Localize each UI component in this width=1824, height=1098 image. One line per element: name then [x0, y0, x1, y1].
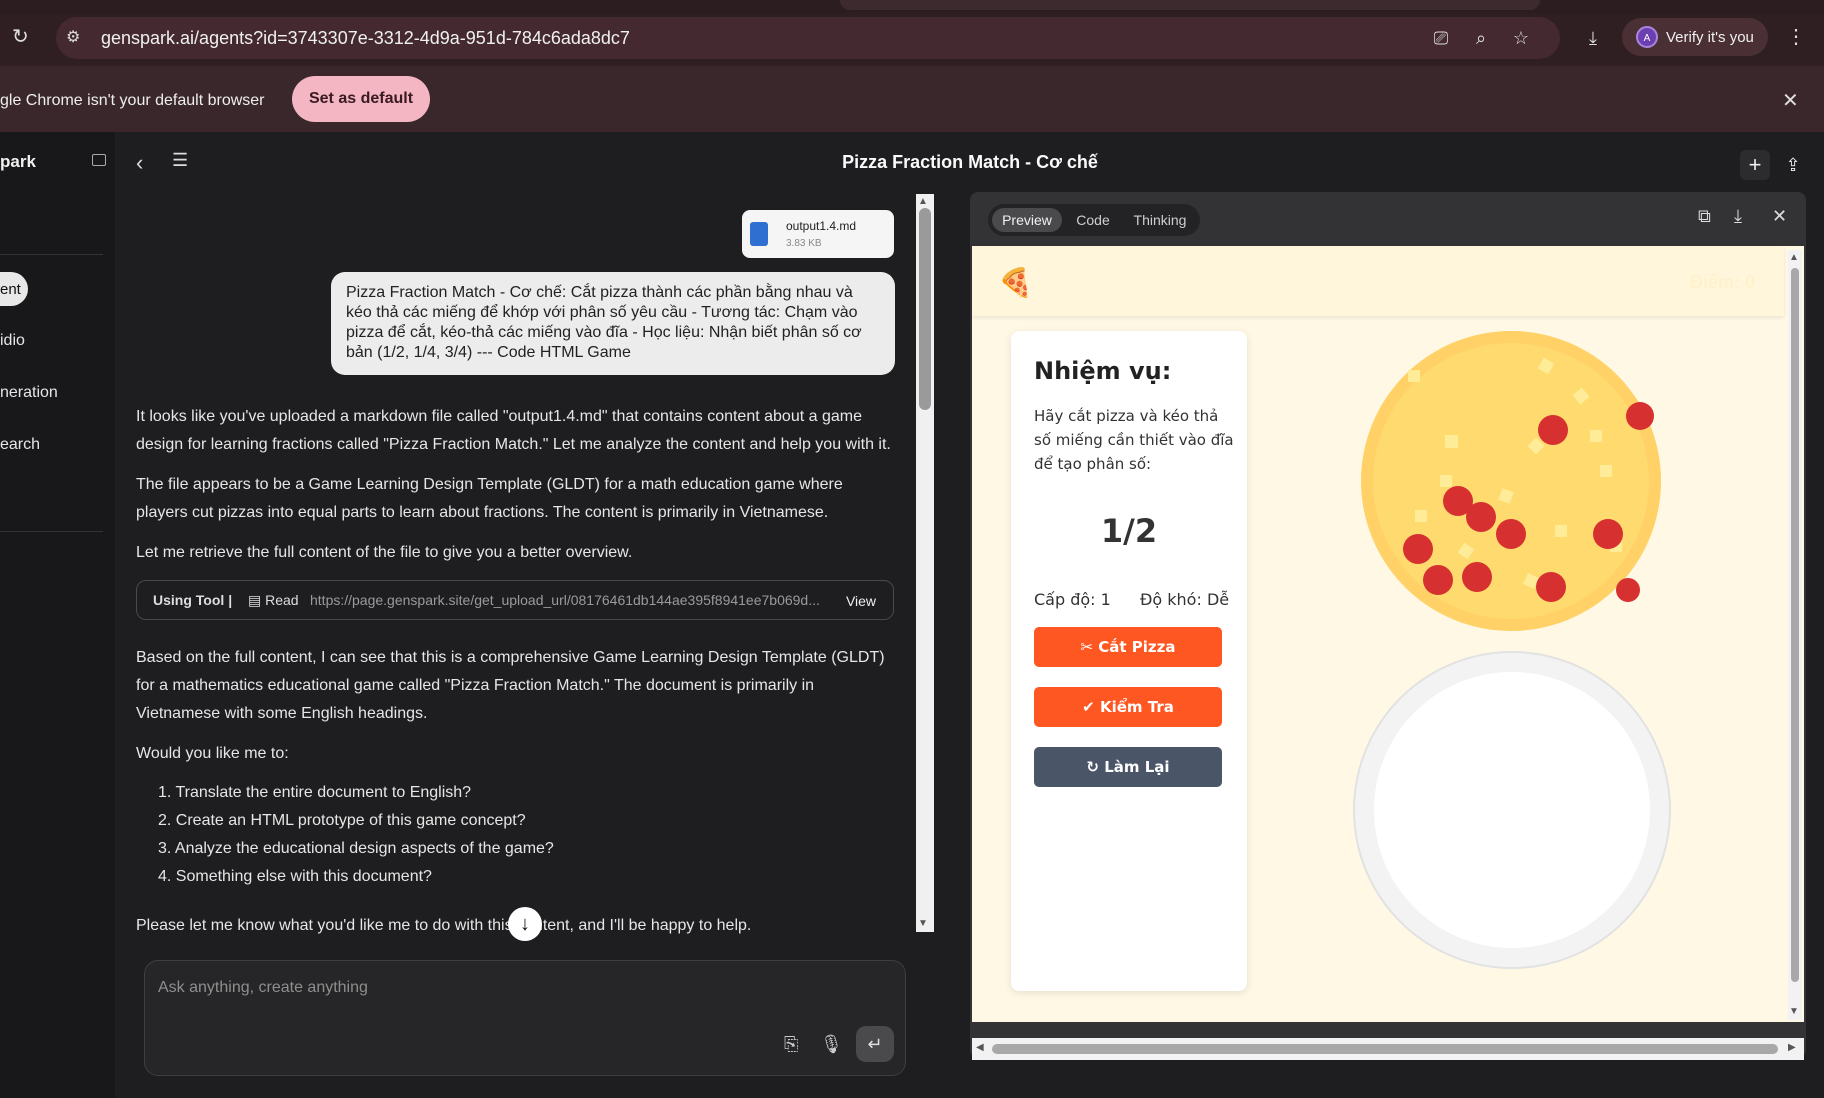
close-icon[interactable]: ✕ — [1782, 88, 1799, 113]
send-button[interactable]: ↵ — [856, 1026, 894, 1062]
brand-logo: park — [0, 152, 36, 171]
check-button[interactable]: ✔ Kiểm Tra — [1034, 687, 1222, 727]
assistant-paragraph: Based on the full content, I can see tha… — [136, 649, 885, 722]
plate-center — [1374, 672, 1650, 948]
assistant-paragraph: Let me retrieve the full content of the … — [136, 544, 633, 561]
game-title: Pizza Fraction Match — [1048, 264, 1398, 299]
scroll-down-arrow-icon[interactable]: ▼ — [918, 918, 928, 929]
task-title: Nhiệm vụ: — [1034, 357, 1172, 385]
attach-icon[interactable]: ⎘ — [784, 1034, 798, 1055]
close-icon[interactable]: ✕ — [1772, 206, 1787, 227]
url-text[interactable]: genspark.ai/agents?id=3743307e-3312-4d9a… — [101, 28, 630, 49]
task-description: Hãy cắt pizza và kéo thả số miếng cần th… — [1034, 407, 1234, 473]
more-menu-icon[interactable]: ⋮ — [1786, 24, 1806, 49]
tab-code[interactable]: Code — [1070, 208, 1116, 232]
download-icon[interactable]: ⤓ — [1734, 206, 1742, 227]
game-score: Điểm: 0 — [1690, 272, 1756, 292]
tool-url: https://page.genspark.site/get_upload_ur… — [310, 592, 820, 608]
sidebar-divider — [0, 254, 103, 255]
set-default-button[interactable]: Set as default — [292, 76, 430, 122]
file-name: output1.4.md — [786, 219, 857, 233]
horizontal-scrollbar-thumb[interactable] — [992, 1044, 1778, 1054]
avatar: A — [1636, 26, 1658, 48]
assistant-paragraph: It looks like you've uploaded a markdown… — [136, 408, 891, 453]
document-icon: ▤ — [248, 592, 262, 608]
assistant-paragraph: The file appears to be a Game Learning D… — [136, 476, 843, 521]
pizza[interactable] — [1360, 330, 1662, 632]
zoom-icon[interactable]: ⌕ — [1468, 25, 1494, 51]
infobar-text: gle Chrome isn't your default browser — [0, 92, 265, 109]
tab-preview[interactable]: Preview — [992, 208, 1062, 232]
pizza-cheese — [1373, 343, 1649, 619]
sidebar-item-label[interactable]: ent — [0, 281, 21, 298]
tool-label: Using Tool | — [153, 592, 233, 608]
file-size: 3.83 KB — [786, 238, 822, 249]
plate[interactable] — [1352, 650, 1672, 970]
scroll-up-arrow-icon[interactable]: ▲ — [918, 196, 928, 207]
install-app-icon[interactable]: ⎚ — [1428, 25, 1454, 51]
scroll-to-bottom-button[interactable]: ↓ — [508, 907, 542, 941]
chat-scrollbar-thumb[interactable] — [919, 208, 931, 410]
sidebar-item-generation[interactable]: neration — [0, 384, 58, 402]
open-external-icon[interactable]: ⧉ — [1698, 206, 1711, 227]
difficulty-label: Độ khó: Dễ — [1140, 590, 1230, 609]
reset-button[interactable]: ↻ Làm Lại — [1034, 747, 1222, 787]
file-icon — [750, 222, 768, 246]
bookmark-star-icon[interactable]: ☆ — [1508, 25, 1534, 51]
list-item: 2. Create an HTML prototype of this game… — [158, 812, 526, 829]
default-browser-infobar — [0, 66, 1824, 132]
tab-thinking[interactable]: Thinking — [1124, 208, 1196, 232]
pizza-icon: 🍕 — [998, 267, 1033, 298]
menu-icon[interactable]: ☰ — [172, 150, 188, 171]
preview-scrollbar-thumb[interactable] — [1791, 268, 1799, 982]
back-icon[interactable]: ‹ — [136, 150, 143, 176]
tool-action: ▤ Read — [248, 592, 299, 608]
new-chat-button[interactable]: + — [1740, 150, 1770, 180]
site-info-icon[interactable]: ⚙ — [66, 27, 88, 49]
list-item: 1. Translate the entire document to Engl… — [158, 784, 472, 801]
download-icon[interactable]: ⤓ — [1580, 25, 1606, 51]
chat-input[interactable] — [158, 976, 858, 1000]
sidebar-collapse-icon[interactable] — [92, 154, 106, 166]
microphone-icon[interactable]: 🎙 — [820, 1034, 843, 1055]
scroll-right-arrow-icon[interactable]: ▶ — [1788, 1042, 1796, 1053]
tab-strip — [0, 0, 1824, 14]
scroll-down-arrow-icon[interactable]: ▼ — [1789, 1006, 1799, 1017]
cut-pizza-button[interactable]: ✂ Cắt Pizza — [1034, 627, 1222, 667]
reload-icon[interactable]: ↻ — [12, 24, 36, 48]
target-fraction: 1/2 — [1100, 512, 1158, 550]
view-button[interactable]: View — [836, 589, 886, 613]
list-item: 4. Something else with this document? — [158, 868, 432, 885]
level-label: Cấp độ: 1 — [1034, 590, 1111, 609]
verify-label: Verify it's you — [1666, 29, 1754, 46]
sidebar-divider — [0, 531, 103, 532]
share-icon[interactable]: ⇪ — [1778, 150, 1808, 180]
scroll-left-arrow-icon[interactable]: ◀ — [976, 1042, 984, 1053]
page-title: Pizza Fraction Match - Cơ chế — [842, 152, 1098, 172]
user-message: Pizza Fraction Match - Cơ chế: Cắt pizza… — [331, 272, 895, 375]
active-tab[interactable] — [840, 0, 1540, 10]
list-item: 3. Analyze the educational design aspect… — [158, 840, 554, 857]
assistant-paragraph: Would you like me to: — [136, 745, 289, 762]
sidebar-item-search[interactable]: earch — [0, 436, 40, 454]
sidebar-item-audio[interactable]: idio — [0, 332, 25, 350]
scroll-up-arrow-icon[interactable]: ▲ — [1789, 252, 1799, 263]
